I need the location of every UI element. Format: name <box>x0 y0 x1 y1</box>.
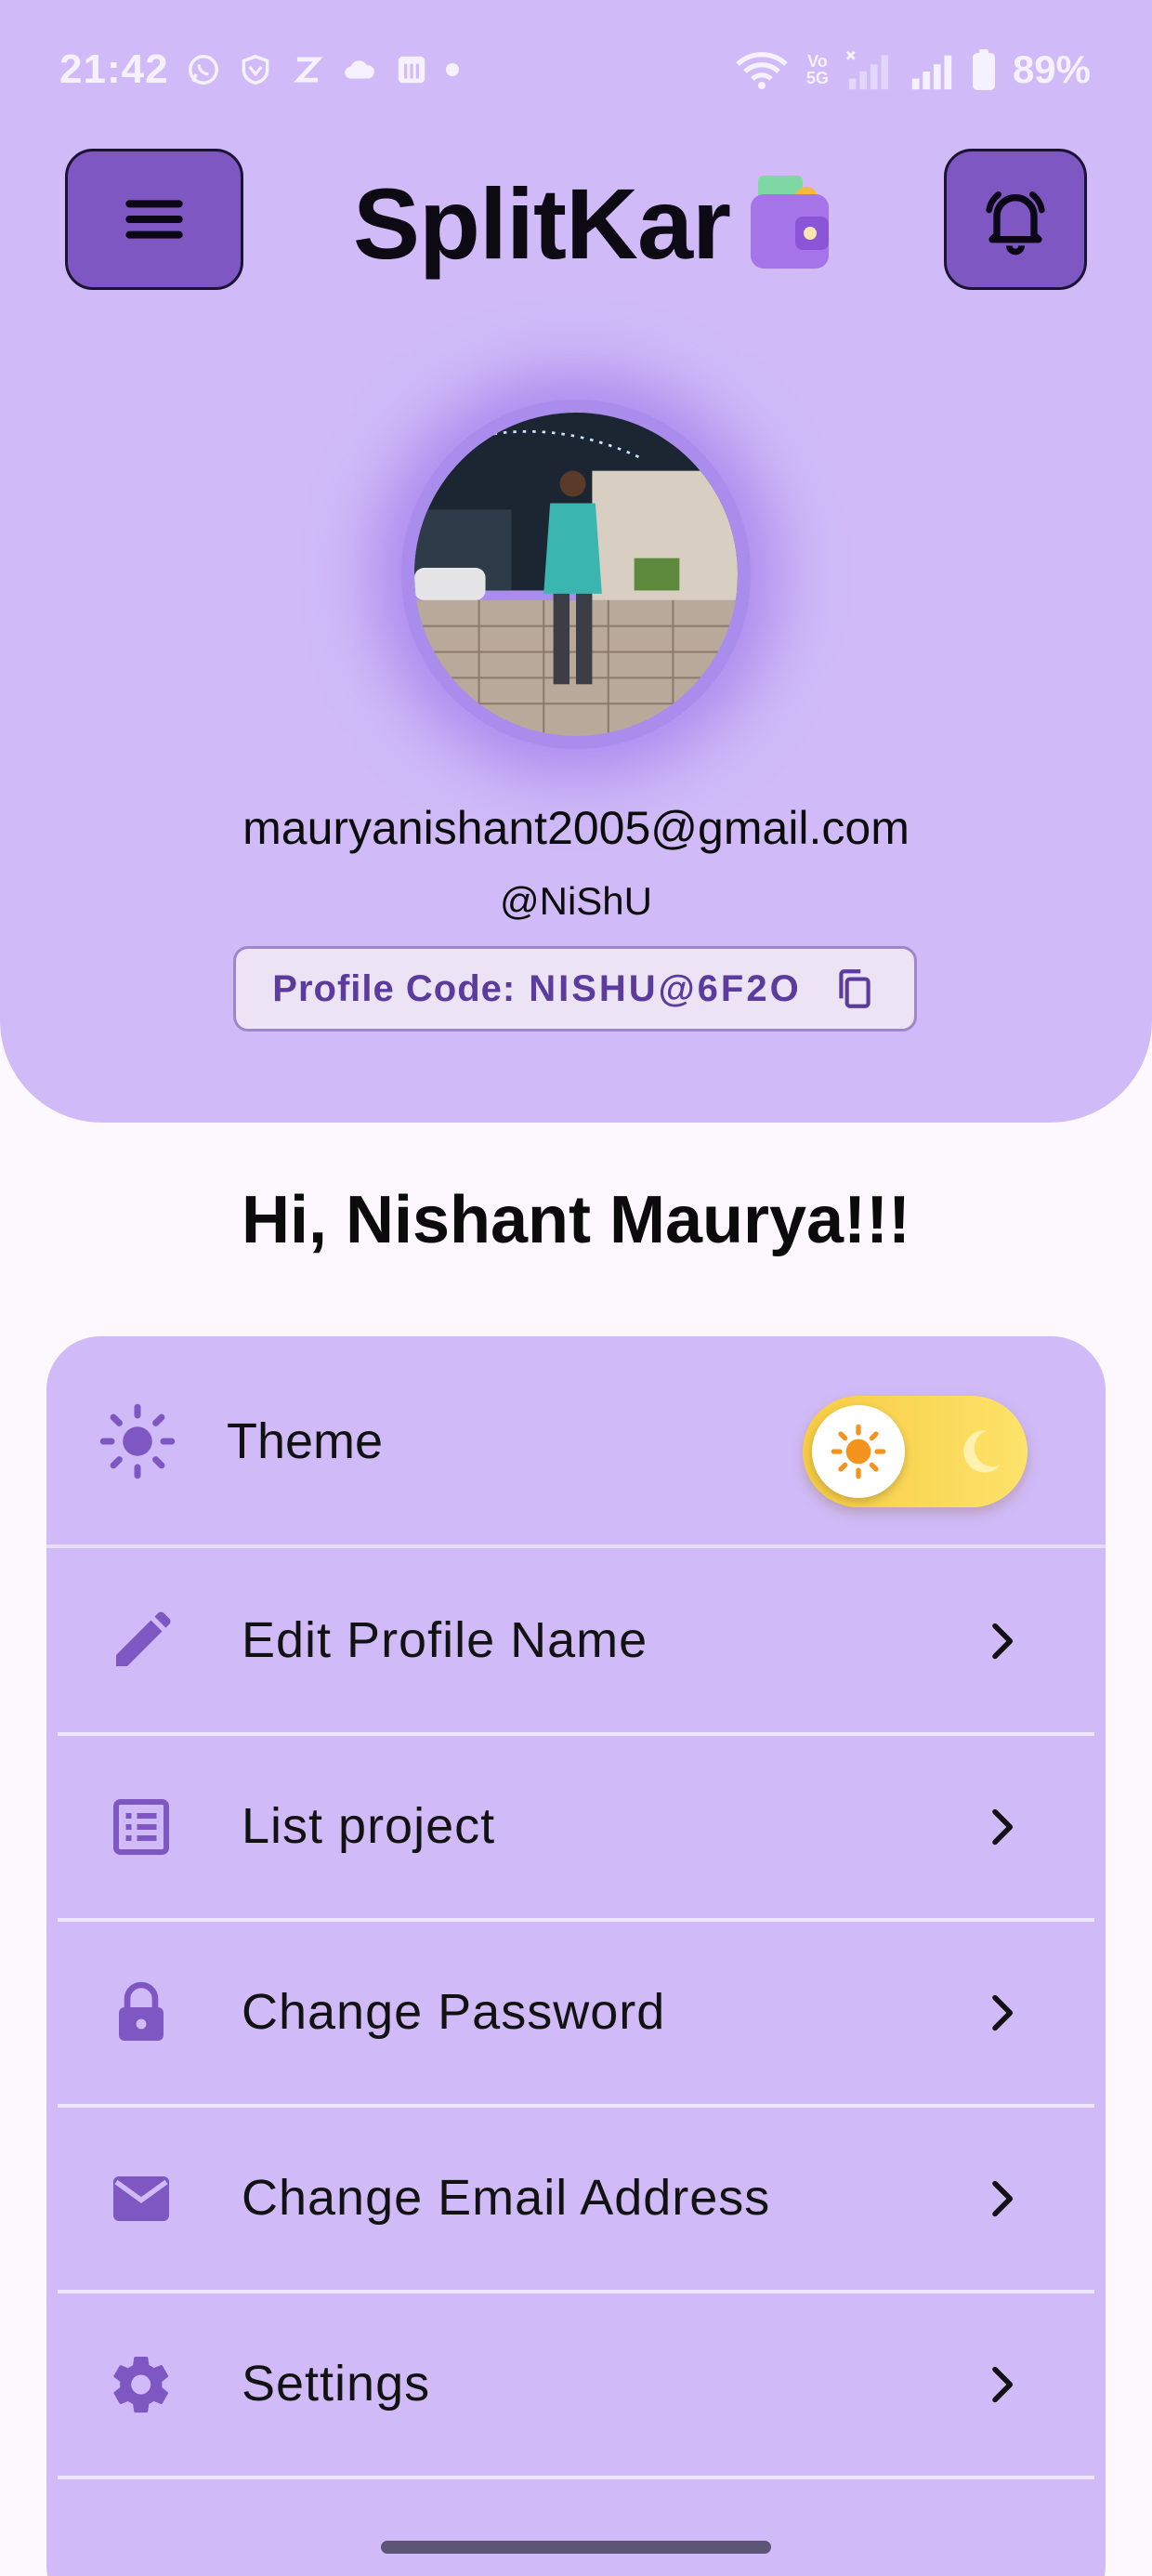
menu-item-edit-profile-name[interactable]: Edit Profile Name <box>46 1548 1106 1736</box>
wallet-icon <box>747 172 832 274</box>
shield-icon <box>238 52 273 87</box>
app-title: SplitKar <box>353 158 832 288</box>
menu-item-label: Change Password <box>242 1984 666 2040</box>
menu-item-change-password[interactable]: Change Password <box>46 1920 1106 2108</box>
menu-item-label: Edit Profile Name <box>242 1612 648 1668</box>
chevron-right-icon <box>992 1994 1014 2031</box>
profile-email: mauryanishant2005@gmail.com <box>242 802 910 854</box>
notifications-button[interactable] <box>944 149 1087 290</box>
volte-indicator: Vo 5G <box>806 53 829 86</box>
list-icon <box>113 1799 169 1855</box>
app-m-icon <box>394 52 429 87</box>
theme-row: Theme <box>46 1336 1106 1548</box>
whatsapp-icon <box>186 52 221 87</box>
chevron-right-icon <box>992 1623 1014 1660</box>
profile-code-label: Profile Code: <box>272 967 517 1009</box>
chevron-right-icon <box>992 2180 1014 2217</box>
battery-percent: 89% <box>1012 47 1091 91</box>
moon-icon <box>963 1430 1001 1473</box>
signal-sim2-icon <box>909 49 955 90</box>
theme-toggle-knob <box>812 1405 905 1498</box>
divider <box>58 2476 1094 2479</box>
theme-label: Theme <box>227 1413 384 1469</box>
copy-icon[interactable] <box>831 966 878 1012</box>
greeting-heading: Hi, Nishant Maurya!!! <box>241 1183 911 1257</box>
gear-icon <box>113 2356 169 2413</box>
profile-avatar[interactable] <box>414 413 738 736</box>
app-title-text: SplitKar <box>353 166 731 280</box>
battery-icon <box>972 49 996 90</box>
settings-card: Theme Edit Profile Name List project Cha… <box>46 1336 1106 2576</box>
sun-icon <box>99 1403 176 1479</box>
mail-icon <box>113 2176 169 2221</box>
status-left: 21:42 <box>59 46 459 93</box>
menu-button[interactable] <box>65 149 243 290</box>
profile-photo <box>414 413 738 736</box>
volte-line2: 5G <box>805 69 829 87</box>
menu-item-label: Change Email Address <box>242 2170 771 2226</box>
signal-sim1-icon <box>845 49 892 90</box>
volte-line1: Vo <box>807 52 828 71</box>
menu-item-list-project[interactable]: List project <box>46 1734 1106 1922</box>
more-notifications-dot <box>445 63 459 76</box>
theme-toggle[interactable] <box>803 1396 1028 1507</box>
cloud-icon <box>342 52 377 87</box>
menu-item-label: List project <box>242 1798 496 1854</box>
zepto-icon <box>290 52 325 87</box>
chevron-right-icon <box>992 1808 1014 1846</box>
settings-menu-list: Edit Profile Name List project Change Pa… <box>46 1548 1106 2479</box>
profile-screen: 21:42 Vo 5G 89% SplitKar mauryanishant20… <box>0 0 1152 2576</box>
sun-toggle-icon <box>831 1424 886 1479</box>
status-bar: 21:42 Vo 5G 89% <box>0 0 1152 139</box>
chevron-right-icon <box>992 2366 1014 2403</box>
status-time: 21:42 <box>59 46 169 92</box>
lock-icon <box>119 1981 164 2041</box>
profile-handle: @NiShU <box>499 879 652 923</box>
profile-code-badge[interactable]: Profile Code: NISHU@6F2O <box>233 946 917 1032</box>
menu-item-change-email-address[interactable]: Change Email Address <box>46 2106 1106 2293</box>
home-gesture-bar[interactable] <box>381 2541 771 2554</box>
wifi-icon <box>734 49 790 90</box>
status-right: Vo 5G 89% <box>734 47 1091 92</box>
menu-item-settings[interactable]: Settings <box>46 2292 1106 2479</box>
menu-item-label: Settings <box>242 2356 431 2412</box>
pencil-icon <box>116 1611 171 1666</box>
hamburger-menu-icon <box>125 200 183 239</box>
notification-bell-icon <box>986 191 1045 256</box>
profile-code-value: NISHU@6F2O <box>529 967 802 1009</box>
